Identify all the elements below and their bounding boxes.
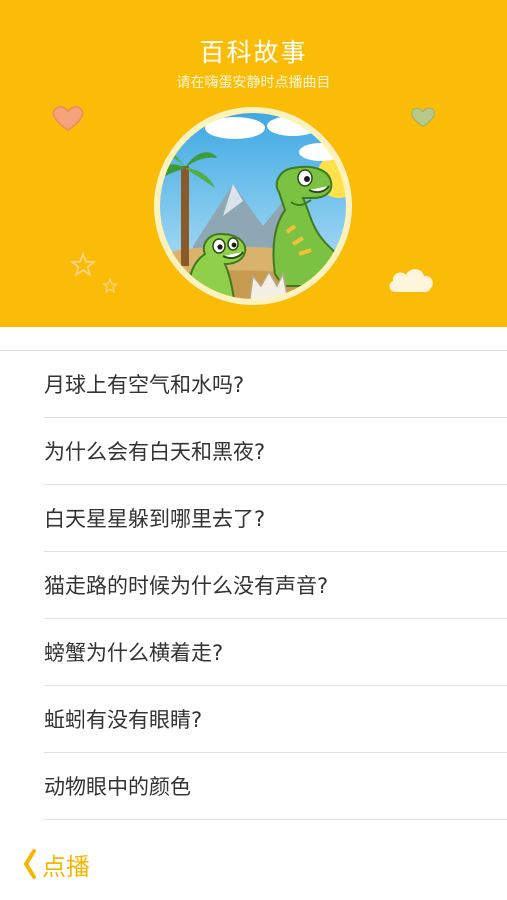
chevron-left-icon [24,849,36,879]
list-item-label: 猫走路的时候为什么没有声音? [44,574,329,598]
cloud-icon [389,269,433,292]
header-banner: 百科故事 请在嗨蛋安静时点播曲目 [0,0,507,327]
heart-icon [52,106,84,131]
back-button[interactable]: 点播 [22,842,90,886]
page-title: 百科故事 [199,38,308,67]
heart-icon [411,107,435,128]
page-subtitle: 请在嗨蛋安静时点播曲目 [176,75,331,91]
list-item[interactable]: 蚯蚓有没有眼睛? [44,686,507,753]
list-item[interactable]: 白天星星躲到哪里去了? [44,485,507,552]
list-item-label: 月球上有空气和水吗? [44,373,245,397]
list-item[interactable]: 动物眼中的颜色 [44,753,507,820]
list-item[interactable]: 螃蟹为什么横着走? [44,619,507,686]
list-item[interactable]: 猫走路的时候为什么没有声音? [44,552,507,619]
list-item[interactable]: 为什么会有白天和黑夜? [44,418,507,485]
star-icon [102,278,118,294]
list-item-label: 为什么会有白天和黑夜? [44,440,266,464]
list-item-label: 蚯蚓有没有眼睛? [44,708,203,732]
story-cover-image [154,107,352,305]
story-list: 月球上有空气和水吗? 为什么会有白天和黑夜? 白天星星躲到哪里去了? 猫走路的时… [0,351,507,820]
star-icon [70,252,96,277]
list-item[interactable]: 月球上有空气和水吗? [44,351,507,418]
back-button-label: 点播 [42,852,90,881]
list-item-label: 动物眼中的颜色 [44,775,191,799]
list-item-label: 白天星星躲到哪里去了? [44,507,266,531]
list-item-label: 螃蟹为什么横着走? [44,641,224,665]
